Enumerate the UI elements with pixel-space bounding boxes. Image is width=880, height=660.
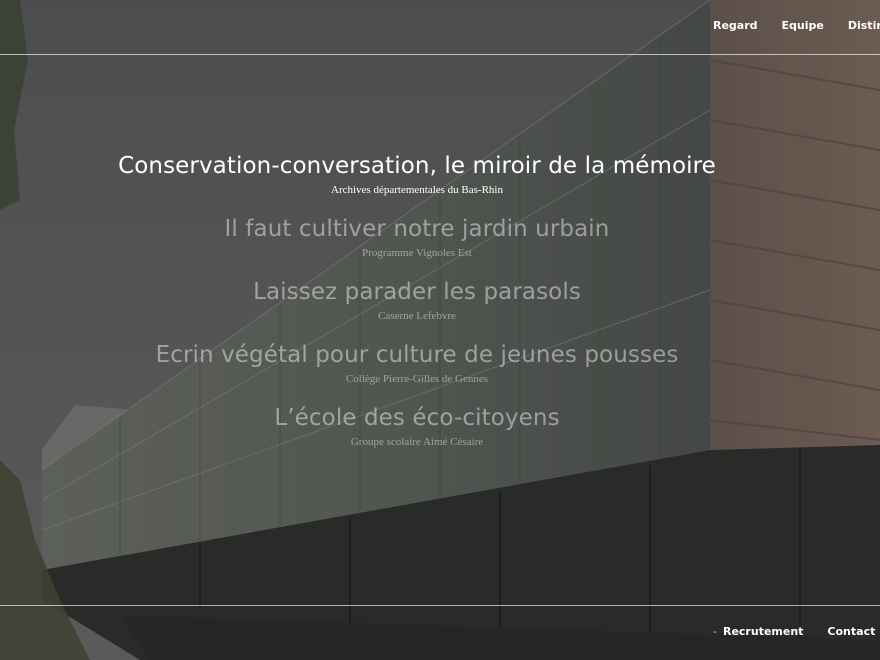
project-title: L’école des éco-citoyens bbox=[274, 405, 560, 431]
project-title: Ecrin végétal pour culture de jeunes pou… bbox=[155, 342, 679, 368]
nav-link-regard[interactable]: Regard bbox=[713, 19, 758, 32]
bottom-divider bbox=[0, 605, 880, 606]
project-title: Conservation-conversation, le miroir de … bbox=[118, 153, 716, 179]
top-divider bbox=[0, 54, 880, 55]
project-subtitle: Caserne Lefebvre bbox=[378, 310, 456, 322]
nav-separator: - bbox=[713, 625, 717, 638]
project-item-ecole[interactable]: L’école des éco-citoyens Groupe scolaire… bbox=[0, 402, 834, 450]
bottom-navigation: - Recrutement Contact bbox=[713, 625, 875, 638]
nav-link-recrutement[interactable]: Recrutement bbox=[723, 625, 803, 638]
top-navigation: Regard Equipe Distinctions bbox=[713, 19, 880, 32]
project-item-college[interactable]: Ecrin végétal pour culture de jeunes pou… bbox=[0, 339, 834, 387]
project-item-archives[interactable]: Conservation-conversation, le miroir de … bbox=[0, 150, 834, 198]
project-title: Laissez parader les parasols bbox=[253, 279, 581, 305]
nav-link-equipe[interactable]: Equipe bbox=[782, 19, 824, 32]
nav-link-distinctions[interactable]: Distinctions bbox=[848, 19, 880, 32]
project-subtitle: Collège Pierre-Gilles de Gennes bbox=[345, 373, 489, 385]
project-subtitle: Groupe scolaire Aimé Césaire bbox=[350, 436, 484, 448]
project-subtitle: Archives départementales du Bas-Rhin bbox=[331, 184, 503, 196]
nav-link-contact[interactable]: Contact bbox=[827, 625, 875, 638]
project-item-caserne[interactable]: Laissez parader les parasols Caserne Lef… bbox=[0, 276, 834, 324]
project-item-vignoles[interactable]: Il faut cultiver notre jardin urbain Pro… bbox=[0, 213, 834, 261]
project-title: Il faut cultiver notre jardin urbain bbox=[224, 216, 610, 242]
project-list: Conservation-conversation, le miroir de … bbox=[0, 150, 834, 465]
project-subtitle: Programme Vignoles Est bbox=[362, 247, 472, 259]
